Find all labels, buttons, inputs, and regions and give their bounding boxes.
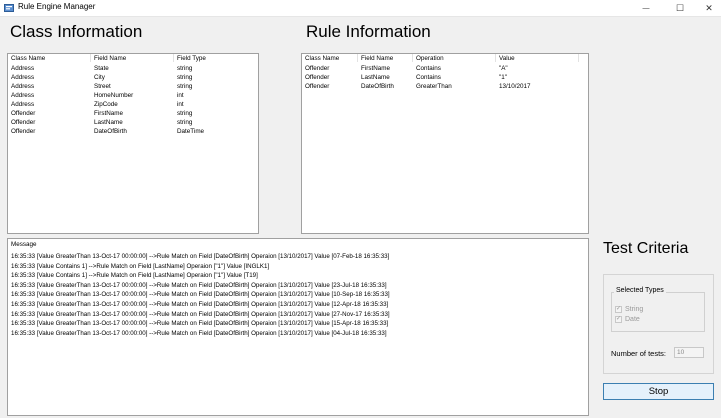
- table-cell: Offender: [305, 83, 330, 90]
- table-cell: Contains: [416, 65, 441, 72]
- message-header: Message: [8, 239, 588, 250]
- table-row[interactable]: Address HomeNumber int: [8, 91, 258, 100]
- table-cell: GreaterThan: [416, 83, 452, 90]
- table-cell: string: [177, 65, 193, 72]
- message-line[interactable]: 16:35:33 [Value GreaterThan 13-Oct-17 00…: [8, 281, 588, 291]
- table-cell: HomeNumber: [94, 92, 134, 99]
- num-tests-label: Number of tests:: [611, 349, 667, 358]
- class-info-title: Class Information: [10, 22, 143, 41]
- table-cell: LastName: [94, 119, 123, 126]
- table-cell: 13/10/2017: [499, 83, 531, 90]
- table-row[interactable]: Offender DateOfBirth DateTime: [8, 127, 258, 136]
- message-line[interactable]: 16:35:33 [Value GreaterThan 13-Oct-17 00…: [8, 329, 588, 339]
- type-checkbox-label: String: [625, 306, 644, 313]
- message-line[interactable]: 16:35:33 [Value GreaterThan 13-Oct-17 00…: [8, 300, 588, 310]
- class-info-list[interactable]: Class Name Field Name Field Type Address…: [7, 53, 259, 234]
- column-separator: [495, 54, 496, 62]
- num-tests-input[interactable]: 10: [674, 347, 704, 358]
- column-header[interactable]: Operation: [416, 54, 444, 64]
- close-button[interactable]: ✕: [697, 0, 721, 16]
- message-line[interactable]: 16:35:33 [Value Contains 1] -->Rule Matc…: [8, 262, 588, 272]
- column-header[interactable]: Value: [499, 54, 515, 64]
- column-separator: [357, 54, 358, 62]
- rule-info-title: Rule Information: [306, 22, 431, 41]
- table-cell: Offender: [305, 65, 330, 72]
- table-cell: "1": [499, 74, 507, 81]
- column-header[interactable]: Field Name: [361, 54, 393, 64]
- table-cell: DateOfBirth: [94, 128, 127, 135]
- column-separator: [578, 54, 579, 62]
- stop-button[interactable]: Stop: [603, 383, 714, 400]
- checkbox-checked-icon: ✓: [615, 316, 622, 323]
- table-cell: Contains: [416, 74, 441, 81]
- table-cell: string: [177, 83, 193, 90]
- message-line[interactable]: 16:35:33 [Value GreaterThan 13-Oct-17 00…: [8, 290, 588, 300]
- table-row[interactable]: Address City string: [8, 73, 258, 82]
- table-cell: Offender: [11, 128, 36, 135]
- table-row[interactable]: Address State string: [8, 64, 258, 73]
- maximize-icon: ☐: [675, 2, 685, 13]
- window-title: Rule Engine Manager: [18, 2, 96, 11]
- table-cell: string: [177, 74, 193, 81]
- table-row[interactable]: Offender LastName Contains "1": [302, 73, 588, 82]
- table-cell: int: [177, 101, 184, 108]
- table-cell: Offender: [11, 110, 36, 117]
- table-row[interactable]: Offender FirstName Contains "A": [302, 64, 588, 73]
- table-cell: Offender: [11, 119, 36, 126]
- table-cell: "A": [499, 65, 508, 72]
- table-row[interactable]: Offender DateOfBirth GreaterThan 13/10/2017: [302, 82, 588, 91]
- table-cell: FirstName: [94, 110, 124, 117]
- message-line[interactable]: 16:35:33 [Value GreaterThan 13-Oct-17 00…: [8, 252, 588, 262]
- title-bar: Rule Engine Manager — ☐ ✕: [0, 0, 721, 17]
- type-checkbox-date[interactable]: ✓ Date: [615, 315, 640, 324]
- table-cell: int: [177, 92, 184, 99]
- table-cell: Address: [11, 74, 35, 81]
- column-header[interactable]: Class Name: [305, 54, 339, 64]
- rule-info-list[interactable]: Class Name Field Name Operation Value Of…: [301, 53, 589, 234]
- column-separator: [173, 54, 174, 62]
- table-row[interactable]: Address Street string: [8, 82, 258, 91]
- table-row[interactable]: Address ZipCode int: [8, 100, 258, 109]
- table-cell: LastName: [361, 74, 390, 81]
- column-separator: [412, 54, 413, 62]
- selected-types-label: Selected Types: [614, 287, 666, 294]
- column-separator: [90, 54, 91, 62]
- checkbox-checked-icon: ✓: [615, 306, 622, 313]
- table-cell: ZipCode: [94, 101, 118, 108]
- message-list[interactable]: Message 16:35:33 [Value GreaterThan 13-O…: [7, 238, 589, 416]
- table-row[interactable]: Offender FirstName string: [8, 109, 258, 118]
- minimize-icon: —: [642, 4, 650, 12]
- minimize-button[interactable]: —: [634, 0, 658, 16]
- table-cell: Offender: [305, 74, 330, 81]
- table-cell: string: [177, 110, 193, 117]
- app-icon: [4, 4, 14, 12]
- column-header[interactable]: Field Type: [177, 54, 206, 64]
- table-cell: Address: [11, 83, 35, 90]
- table-cell: Street: [94, 83, 111, 90]
- rule-info-header: Class Name Field Name Operation Value: [302, 54, 588, 64]
- column-header[interactable]: Class Name: [11, 54, 45, 64]
- test-criteria-title: Test Criteria: [603, 240, 689, 257]
- table-cell: Address: [11, 101, 35, 108]
- message-line[interactable]: 16:35:33 [Value Contains 1] -->Rule Matc…: [8, 271, 588, 281]
- table-cell: DateTime: [177, 128, 205, 135]
- table-cell: Address: [11, 92, 35, 99]
- table-cell: string: [177, 119, 193, 126]
- message-line[interactable]: 16:35:33 [Value GreaterThan 13-Oct-17 00…: [8, 319, 588, 329]
- column-header[interactable]: Message: [11, 239, 37, 250]
- close-icon: ✕: [705, 2, 713, 13]
- table-cell: Address: [11, 65, 35, 72]
- table-row[interactable]: Offender LastName string: [8, 118, 258, 127]
- class-info-header: Class Name Field Name Field Type: [8, 54, 258, 64]
- type-checkbox-label: Date: [625, 316, 640, 323]
- column-header[interactable]: Field Name: [94, 54, 126, 64]
- table-cell: City: [94, 74, 105, 81]
- table-cell: State: [94, 65, 109, 72]
- table-cell: FirstName: [361, 65, 391, 72]
- message-line[interactable]: 16:35:33 [Value GreaterThan 13-Oct-17 00…: [8, 310, 588, 320]
- maximize-button[interactable]: ☐: [668, 0, 692, 16]
- type-checkbox-string[interactable]: ✓ String: [615, 305, 643, 314]
- table-cell: DateOfBirth: [361, 83, 394, 90]
